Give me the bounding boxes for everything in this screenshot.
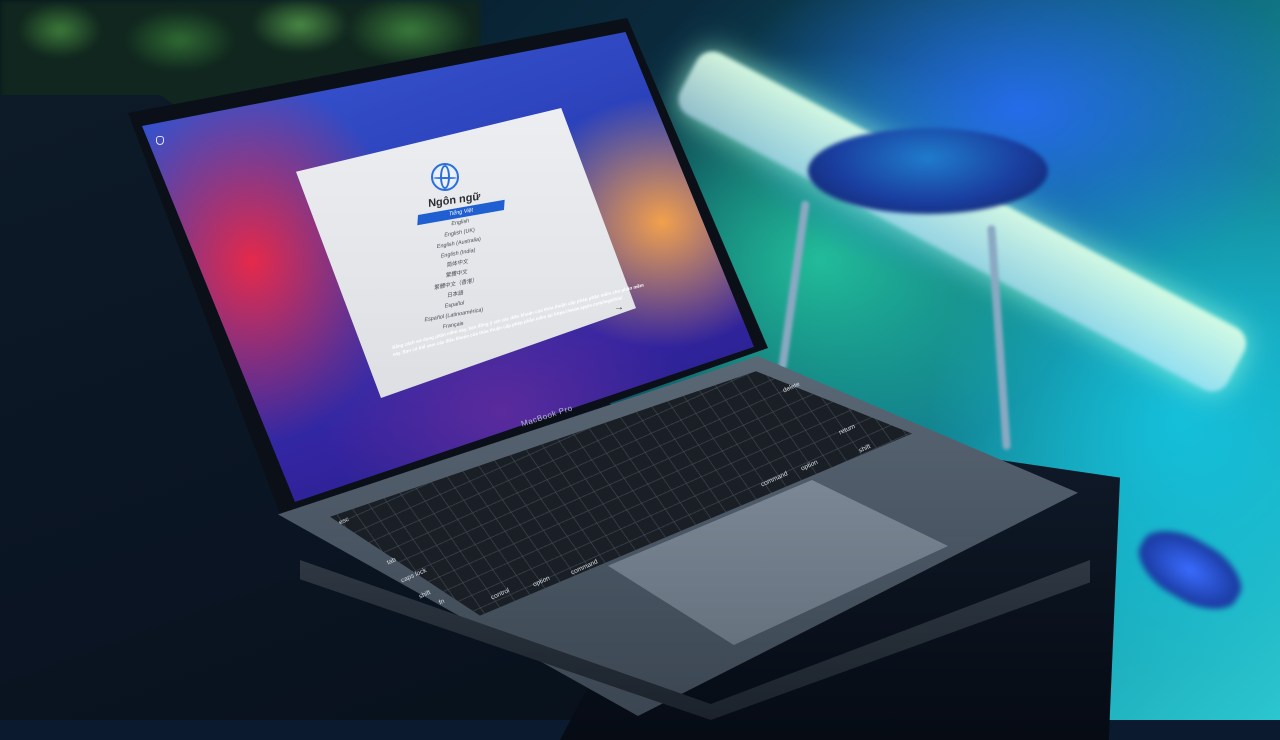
stool-seat — [808, 128, 1048, 214]
photo-scene: Ngôn ngữ Tiếng Việt English English (UK) En… — [0, 0, 1280, 740]
pointer-icon — [156, 136, 164, 145]
